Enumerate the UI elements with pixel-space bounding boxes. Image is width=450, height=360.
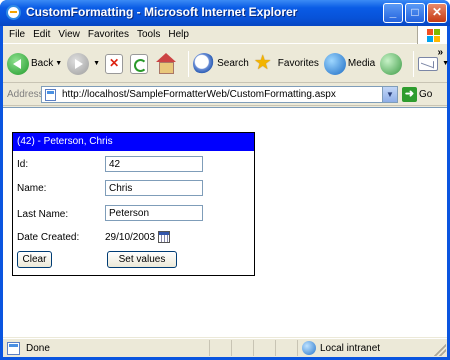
title-bar[interactable]: CustomFormatting - Microsoft Internet Ex… bbox=[0, 0, 450, 26]
status-cell bbox=[231, 340, 253, 356]
stop-icon bbox=[105, 53, 124, 74]
forward-arrow-icon bbox=[67, 52, 90, 75]
browser-client: File Edit View Favorites Tools Help Back… bbox=[3, 26, 449, 357]
last-name-field[interactable]: Peterson bbox=[105, 205, 203, 221]
home-button[interactable] bbox=[155, 52, 179, 75]
address-bar: Address http://localhost/SampleFormatter… bbox=[3, 84, 447, 106]
mail-icon bbox=[418, 56, 439, 71]
toolbar-separator bbox=[188, 50, 190, 77]
status-text: Done bbox=[26, 342, 50, 354]
search-icon bbox=[193, 52, 216, 75]
refresh-button[interactable] bbox=[130, 53, 150, 74]
back-dropdown-icon[interactable]: ▼ bbox=[55, 60, 62, 67]
toolbar-chevron-icon[interactable]: » bbox=[437, 47, 443, 58]
status-bar: Done Local intranet bbox=[3, 338, 447, 357]
favorites-button[interactable]: Favorites bbox=[254, 50, 319, 75]
window-title: CustomFormatting - Microsoft Internet Ex… bbox=[26, 5, 298, 19]
menu-bar: File Edit View Favorites Tools Help bbox=[3, 26, 447, 44]
page-done-icon bbox=[7, 341, 20, 355]
status-cell bbox=[253, 340, 275, 356]
calendar-icon[interactable] bbox=[158, 231, 170, 243]
media-label: Media bbox=[347, 58, 376, 69]
resize-grip[interactable] bbox=[434, 344, 446, 356]
address-input[interactable]: http://localhost/SampleFormatterWeb/Cust… bbox=[41, 86, 398, 103]
page-icon bbox=[45, 89, 56, 101]
address-url: http://localhost/SampleFormatterWeb/Cust… bbox=[62, 89, 336, 100]
windows-flag-icon bbox=[417, 26, 447, 44]
menu-tools[interactable]: Tools bbox=[137, 29, 160, 40]
last-name-label: Last Name: bbox=[17, 209, 69, 220]
back-label: Back bbox=[31, 58, 54, 69]
date-created-label: Date Created: bbox=[17, 232, 80, 243]
back-arrow-icon bbox=[7, 52, 29, 75]
close-button[interactable]: ✕ bbox=[427, 3, 447, 23]
status-text-cell: Done bbox=[3, 341, 209, 355]
menu-favorites[interactable]: Favorites bbox=[88, 29, 129, 40]
name-field[interactable]: Chris bbox=[105, 180, 203, 196]
name-label: Name: bbox=[17, 183, 47, 194]
menu-view[interactable]: View bbox=[58, 29, 80, 40]
forward-button[interactable]: ▼ bbox=[67, 52, 100, 75]
home-icon bbox=[155, 52, 177, 75]
favorites-star-icon bbox=[254, 50, 276, 75]
search-button[interactable]: Search bbox=[193, 52, 249, 75]
intranet-zone-icon bbox=[302, 341, 316, 355]
address-label: Address bbox=[7, 89, 44, 100]
search-label: Search bbox=[217, 58, 249, 69]
history-button[interactable] bbox=[380, 52, 404, 75]
favorites-label: Favorites bbox=[277, 58, 319, 69]
forward-dropdown-icon[interactable]: ▼ bbox=[93, 60, 100, 67]
go-label: Go bbox=[419, 89, 433, 100]
form-panel: (42) - Peterson, Chris Id: 42 Name: Chri… bbox=[12, 132, 255, 276]
go-arrow-icon: ➜ bbox=[402, 87, 417, 102]
set-values-button[interactable]: Set values bbox=[107, 251, 177, 268]
back-button[interactable]: Back ▼ bbox=[7, 52, 62, 75]
security-zone: Local intranet bbox=[297, 340, 445, 356]
status-cell bbox=[275, 340, 297, 356]
id-label: Id: bbox=[17, 159, 29, 170]
status-cell bbox=[209, 340, 231, 356]
minimize-button[interactable]: _ bbox=[383, 3, 403, 23]
stop-button[interactable] bbox=[105, 53, 125, 74]
clear-button[interactable]: Clear bbox=[17, 251, 52, 268]
date-created-value: 29/10/2003 bbox=[105, 232, 156, 243]
mail-dropdown-icon[interactable]: ▼ bbox=[442, 60, 449, 67]
ie-icon bbox=[6, 5, 21, 20]
mail-button[interactable]: ▼ bbox=[418, 56, 449, 71]
form-header: (42) - Peterson, Chris bbox=[13, 133, 254, 151]
address-dropdown-icon[interactable]: ▼ bbox=[382, 87, 397, 102]
media-button[interactable]: Media bbox=[323, 52, 376, 75]
id-field[interactable]: 42 bbox=[105, 156, 203, 172]
maximize-button[interactable]: □ bbox=[405, 3, 425, 23]
browser-window: CustomFormatting - Microsoft Internet Ex… bbox=[0, 0, 450, 360]
zone-label: Local intranet bbox=[320, 342, 381, 354]
menu-help[interactable]: Help bbox=[168, 29, 189, 40]
menu-edit[interactable]: Edit bbox=[33, 29, 50, 40]
toolbar-separator bbox=[413, 50, 415, 77]
history-icon bbox=[380, 52, 403, 75]
media-icon bbox=[323, 52, 346, 75]
refresh-icon bbox=[130, 53, 149, 74]
menu-file[interactable]: File bbox=[9, 29, 25, 40]
page-content: (42) - Peterson, Chris Id: 42 Name: Chri… bbox=[3, 107, 447, 337]
toolbar: Back ▼ ▼ Search Favorit bbox=[3, 45, 449, 83]
go-button[interactable]: ➜ Go bbox=[402, 87, 432, 102]
